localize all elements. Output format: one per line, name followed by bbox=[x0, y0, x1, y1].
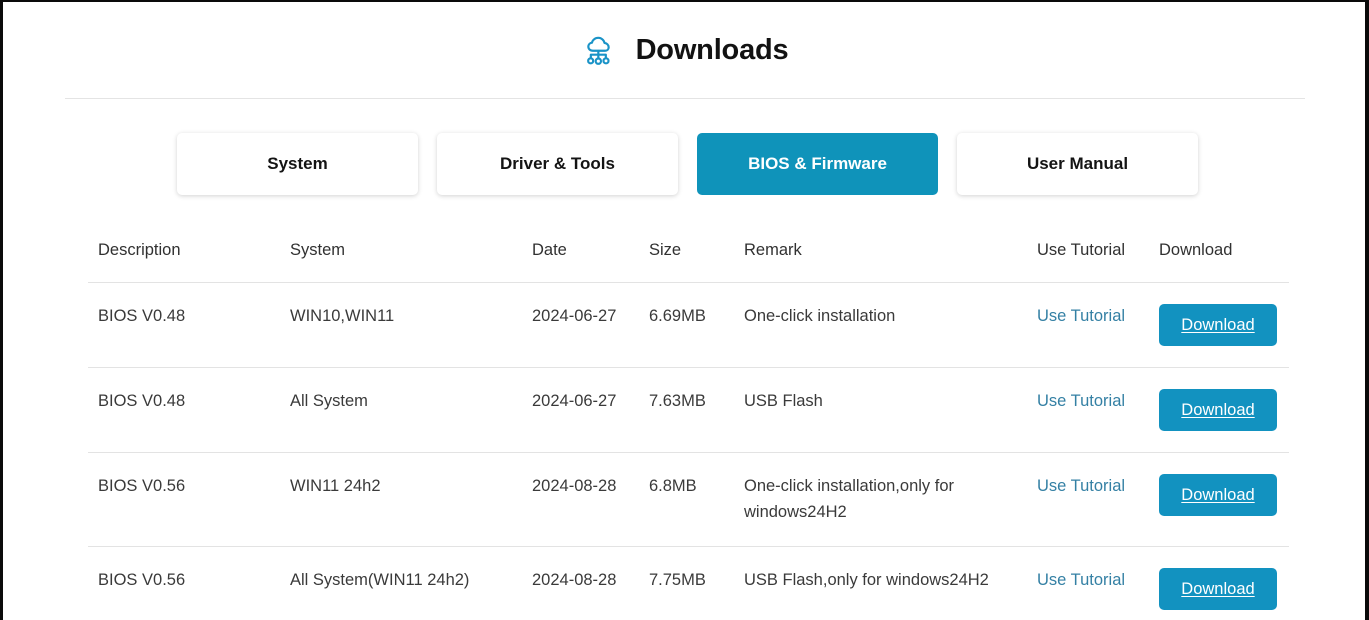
cell-use-tutorial: Use Tutorial bbox=[1027, 367, 1149, 453]
column-header-remark: Remark bbox=[744, 241, 802, 259]
tab-driver-and-tools[interactable]: Driver & Tools bbox=[437, 133, 678, 195]
cell-date: 2024-08-28 bbox=[522, 451, 639, 547]
column-header-system: System bbox=[290, 241, 346, 259]
download-button-label: Download bbox=[1181, 400, 1255, 419]
cell-description: BIOS V0.56 bbox=[88, 546, 280, 620]
download-button[interactable]: Download bbox=[1159, 474, 1277, 516]
column-header-date: Date bbox=[532, 241, 567, 259]
tab-bios-and-firmware-label: BIOS & Firmware bbox=[748, 154, 887, 173]
column-header-use-tutorial: Use Tutorial bbox=[1037, 241, 1126, 259]
cell-remark: One-click installation bbox=[734, 282, 1027, 368]
cell-remark: One-click installation,only for windows2… bbox=[734, 451, 1027, 547]
cell-size: 7.63MB bbox=[639, 367, 734, 453]
download-button[interactable]: Download bbox=[1159, 568, 1277, 611]
cell-size: 7.75MB bbox=[639, 546, 734, 620]
cell-size: 6.8MB bbox=[639, 451, 734, 547]
tab-system-label: System bbox=[267, 154, 328, 173]
cell-description: BIOS V0.48 bbox=[88, 282, 280, 368]
cell-date: 2024-08-28 bbox=[522, 546, 639, 620]
download-button[interactable]: Download bbox=[1159, 389, 1277, 431]
cell-remark: USB Flash bbox=[734, 367, 1027, 453]
cell-system: WIN11 24h2 bbox=[280, 451, 522, 547]
cell-system: All System(WIN11 24h2) bbox=[280, 546, 522, 620]
use-tutorial-link[interactable]: Use Tutorial bbox=[1037, 477, 1125, 495]
downloads-table-container: Description System Date Size Remark Use … bbox=[3, 241, 1365, 620]
downloads-table-header: Description System Date Size Remark Use … bbox=[88, 241, 1289, 283]
cell-date: 2024-06-27 bbox=[522, 367, 639, 453]
cell-remark: USB Flash,only for windows24H2 bbox=[734, 546, 1027, 620]
cell-use-tutorial: Use Tutorial bbox=[1027, 282, 1149, 368]
table-row: BIOS V0.48 All System 2024-06-27 7.63MB … bbox=[88, 367, 1289, 453]
cell-system: WIN10,WIN11 bbox=[280, 282, 522, 368]
tab-user-manual-label: User Manual bbox=[1026, 154, 1129, 173]
download-category-tabs: System Driver & Tools BIOS & Firmware Us… bbox=[3, 99, 1365, 195]
page-title: Downloads bbox=[635, 33, 789, 66]
table-row: BIOS V0.56 WIN11 24h2 2024-08-28 6.8MB O… bbox=[88, 451, 1289, 547]
use-tutorial-link[interactable]: Use Tutorial bbox=[1037, 571, 1125, 589]
cell-system: All System bbox=[280, 367, 522, 453]
column-header-download: Download bbox=[1159, 241, 1233, 259]
downloads-table-body: BIOS V0.48 WIN10,WIN11 2024-06-27 6.69MB… bbox=[88, 282, 1289, 620]
column-header-size: Size bbox=[649, 241, 682, 259]
page-header: Downloads bbox=[3, 2, 1365, 98]
cell-description: BIOS V0.56 bbox=[88, 451, 280, 547]
cell-date: 2024-06-27 bbox=[522, 282, 639, 368]
downloads-table: Description System Date Size Remark Use … bbox=[88, 241, 1289, 620]
tab-driver-and-tools-label: Driver & Tools bbox=[500, 154, 615, 173]
column-header-description: Description bbox=[98, 241, 181, 259]
download-button[interactable]: Download bbox=[1159, 304, 1277, 346]
cell-download: Download bbox=[1149, 282, 1289, 368]
use-tutorial-link[interactable]: Use Tutorial bbox=[1037, 392, 1125, 410]
table-row: BIOS V0.56 All System(WIN11 24h2) 2024-0… bbox=[88, 546, 1289, 620]
cell-use-tutorial: Use Tutorial bbox=[1027, 546, 1149, 620]
table-row: BIOS V0.48 WIN10,WIN11 2024-06-27 6.69MB… bbox=[88, 282, 1289, 368]
tab-system[interactable]: System bbox=[177, 133, 418, 195]
downloads-page: Downloads System Driver & Tools BIOS & F… bbox=[0, 0, 1369, 620]
tab-bios-and-firmware[interactable]: BIOS & Firmware bbox=[697, 133, 938, 195]
cell-download: Download bbox=[1149, 451, 1289, 547]
header-row: Description System Date Size Remark Use … bbox=[88, 241, 1289, 283]
cell-download: Download bbox=[1149, 546, 1289, 620]
cell-use-tutorial: Use Tutorial bbox=[1027, 451, 1149, 547]
download-button-label: Download bbox=[1181, 579, 1255, 598]
cell-download: Download bbox=[1149, 367, 1289, 453]
cloud-network-icon bbox=[586, 36, 610, 65]
cell-description: BIOS V0.48 bbox=[88, 367, 280, 453]
use-tutorial-link[interactable]: Use Tutorial bbox=[1037, 307, 1125, 325]
tab-user-manual[interactable]: User Manual bbox=[957, 133, 1198, 195]
download-button-label: Download bbox=[1181, 315, 1255, 334]
cell-size: 6.69MB bbox=[639, 282, 734, 368]
download-button-label: Download bbox=[1181, 485, 1255, 504]
